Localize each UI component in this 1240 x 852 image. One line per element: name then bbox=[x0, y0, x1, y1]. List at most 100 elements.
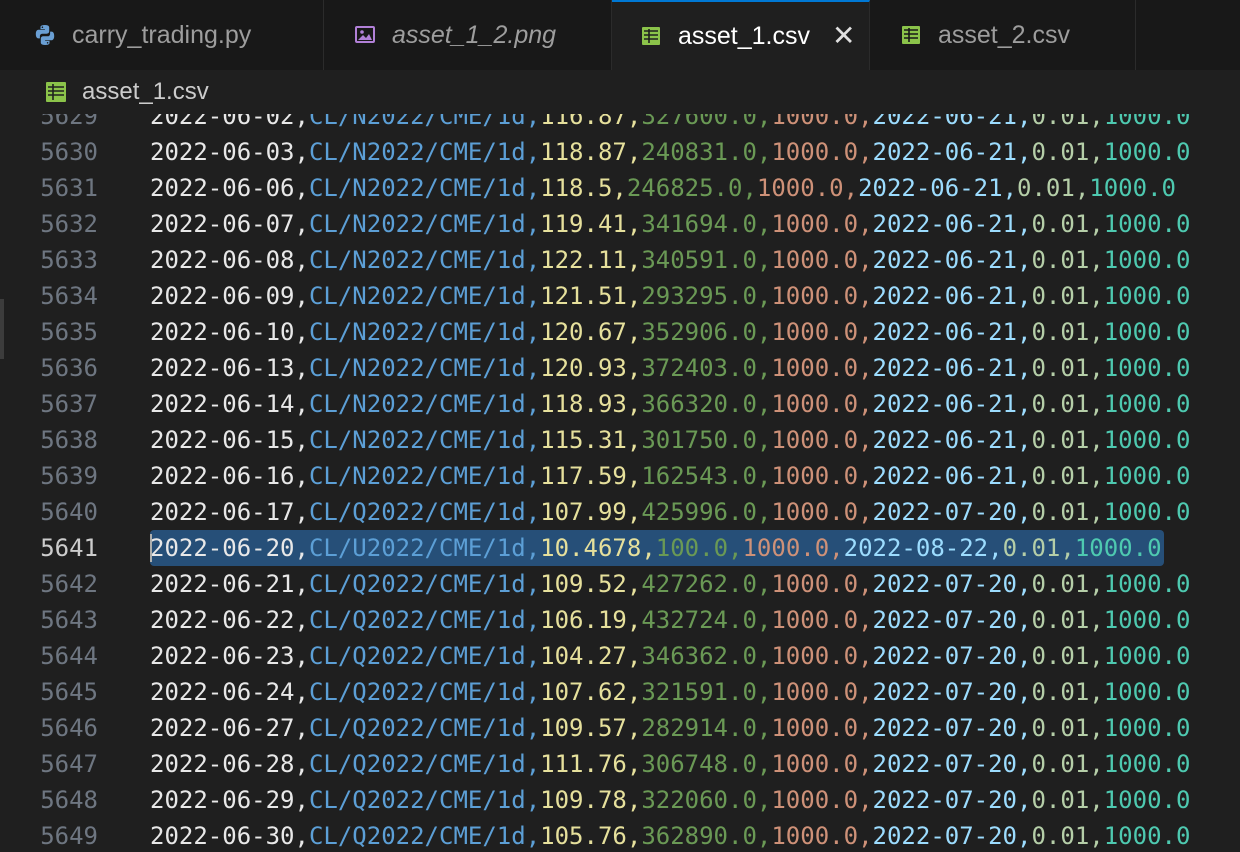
comma-separator: , bbox=[1017, 750, 1032, 778]
code-line[interactable]: 5633 2022-06-08,CL/N2022/CME/1d,122.11,34… bbox=[0, 242, 1240, 278]
tab-asset-1-2-png[interactable]: asset_1_2.png bbox=[324, 0, 612, 70]
tick-field: 0.01 bbox=[1031, 114, 1090, 130]
expiry-field: 2022-06-21 bbox=[872, 246, 1018, 274]
multiplier-field: 1000.0 bbox=[1103, 282, 1191, 310]
expiry-field: 2022-08-22 bbox=[843, 534, 989, 562]
comma-separator: , bbox=[294, 534, 309, 562]
editor-tab-bar: carry_trading.py asset_1_2.png asset_1.c… bbox=[0, 0, 1240, 71]
comma-separator: , bbox=[1089, 390, 1104, 418]
line-text: 2022-06-15,CL/N2022/CME/1d,115.31,301750… bbox=[150, 422, 1190, 458]
code-line[interactable]: 5629 2022-06-02,CL/N2022/CME/1d,116.87,32… bbox=[0, 114, 1240, 134]
code-line[interactable]: 5638 2022-06-15,CL/N2022/CME/1d,115.31,30… bbox=[0, 422, 1240, 458]
size-field: 1000.0 bbox=[771, 786, 859, 814]
line-text: 2022-06-07,CL/N2022/CME/1d,119.41,341694… bbox=[150, 206, 1190, 242]
code-editor[interactable]: 5629 2022-06-02,CL/N2022/CME/1d,116.87,32… bbox=[0, 114, 1240, 852]
expiry-field: 2022-06-21 bbox=[872, 282, 1018, 310]
code-line[interactable]: 5646 2022-06-27,CL/Q2022/CME/1d,109.57,28… bbox=[0, 710, 1240, 746]
comma-separator: , bbox=[626, 426, 642, 454]
tick-field: 0.01 bbox=[1031, 714, 1090, 742]
comma-separator: , bbox=[1089, 210, 1104, 238]
symbol-field: CL/N2022/CME/1d bbox=[308, 426, 526, 454]
code-line[interactable]: 5631 2022-06-06,CL/N2022/CME/1d,118.5,246… bbox=[0, 170, 1240, 206]
symbol-field: CL/N2022/CME/1d bbox=[308, 354, 526, 382]
multiplier-field: 1000.0 bbox=[1103, 426, 1191, 454]
code-line[interactable]: 5635 2022-06-10,CL/N2022/CME/1d,120.67,35… bbox=[0, 314, 1240, 350]
tick-field: 0.01 bbox=[1031, 210, 1090, 238]
expiry-field: 2022-07-20 bbox=[872, 498, 1018, 526]
code-line[interactable]: 5643 2022-06-22,CL/Q2022/CME/1d,106.19,43… bbox=[0, 602, 1240, 638]
code-line[interactable]: 5640 2022-06-17,CL/Q2022/CME/1d,107.99,42… bbox=[0, 494, 1240, 530]
symbol-field: CL/Q2022/CME/1d bbox=[308, 714, 526, 742]
date-field: 2022-06-06 bbox=[150, 174, 295, 202]
size-field: 1000.0 bbox=[771, 678, 859, 706]
code-line[interactable]: 5644 2022-06-23,CL/Q2022/CME/1d,104.27,34… bbox=[0, 638, 1240, 674]
comma-separator: , bbox=[525, 678, 541, 706]
volume-field: 306748.0 bbox=[641, 750, 757, 778]
code-line[interactable]: 5642 2022-06-21,CL/Q2022/CME/1d,109.52,42… bbox=[0, 566, 1240, 602]
comma-separator: , bbox=[1089, 318, 1104, 346]
code-line[interactable]: 5641 2022-06-20,CL/U2022/CME/1d,10.4678,1… bbox=[0, 530, 1240, 566]
multiplier-field: 1000.0 bbox=[1103, 246, 1191, 274]
tick-field: 0.01 bbox=[1031, 318, 1090, 346]
code-line[interactable]: 5645 2022-06-24,CL/Q2022/CME/1d,107.62,32… bbox=[0, 674, 1240, 710]
expiry-field: 2022-07-20 bbox=[872, 750, 1018, 778]
symbol-field: CL/Q2022/CME/1d bbox=[308, 786, 526, 814]
tick-field: 0.01 bbox=[1031, 570, 1090, 598]
line-text: 2022-06-03,CL/N2022/CME/1d,118.87,240831… bbox=[150, 134, 1190, 170]
tick-field: 0.01 bbox=[1031, 642, 1090, 670]
line-text: 2022-06-29,CL/Q2022/CME/1d,109.78,322060… bbox=[150, 782, 1190, 818]
comma-separator: , bbox=[1017, 570, 1032, 598]
tab-carry-trading-py[interactable]: carry_trading.py bbox=[0, 0, 324, 70]
code-line[interactable]: 5632 2022-06-07,CL/N2022/CME/1d,119.41,34… bbox=[0, 206, 1240, 242]
comma-separator: , bbox=[1017, 786, 1032, 814]
line-number: 5637 bbox=[40, 390, 98, 418]
multiplier-field: 1000.0 bbox=[1103, 318, 1191, 346]
tick-field: 0.01 bbox=[1031, 390, 1090, 418]
comma-separator: , bbox=[756, 390, 772, 418]
code-line[interactable]: 5630 2022-06-03,CL/N2022/CME/1d,118.87,24… bbox=[0, 134, 1240, 170]
line-text: 2022-06-28,CL/Q2022/CME/1d,111.76,306748… bbox=[150, 746, 1190, 782]
breadcrumb[interactable]: asset_1.csv bbox=[0, 70, 1240, 114]
line-number: 5635 bbox=[40, 318, 98, 346]
comma-separator: , bbox=[728, 534, 743, 562]
expiry-field: 2022-06-21 bbox=[872, 390, 1018, 418]
tick-field: 0.01 bbox=[1031, 354, 1090, 382]
tab-asset-1-csv[interactable]: asset_1.csv ✕ bbox=[612, 0, 870, 70]
date-field: 2022-06-02 bbox=[150, 114, 295, 130]
date-field: 2022-06-28 bbox=[150, 750, 295, 778]
line-text: 2022-06-14,CL/N2022/CME/1d,118.93,366320… bbox=[150, 386, 1190, 422]
comma-separator: , bbox=[294, 246, 309, 274]
price-field: 106.19 bbox=[540, 606, 627, 634]
comma-separator: , bbox=[294, 282, 309, 310]
date-field: 2022-06-08 bbox=[150, 246, 295, 274]
comma-separator: , bbox=[843, 174, 859, 202]
price-field: 117.59 bbox=[540, 462, 627, 490]
line-text: 2022-06-20,CL/U2022/CME/1d,10.4678,100.0… bbox=[150, 530, 1164, 566]
size-field: 1000.0 bbox=[771, 462, 859, 490]
code-line[interactable]: 5648 2022-06-29,CL/Q2022/CME/1d,109.78,32… bbox=[0, 782, 1240, 818]
expiry-field: 2022-07-20 bbox=[872, 606, 1018, 634]
comma-separator: , bbox=[525, 390, 541, 418]
volume-field: 341694.0 bbox=[641, 210, 757, 238]
symbol-field: CL/Q2022/CME/1d bbox=[308, 606, 526, 634]
code-line[interactable]: 5647 2022-06-28,CL/Q2022/CME/1d,111.76,30… bbox=[0, 746, 1240, 782]
multiplier-field: 1000.0 bbox=[1103, 714, 1191, 742]
comma-separator: , bbox=[626, 210, 642, 238]
comma-separator: , bbox=[525, 462, 541, 490]
close-icon[interactable]: ✕ bbox=[832, 22, 855, 50]
line-number: 5631 bbox=[40, 174, 98, 202]
code-line[interactable]: 5634 2022-06-09,CL/N2022/CME/1d,121.51,29… bbox=[0, 278, 1240, 314]
comma-separator: , bbox=[1089, 714, 1104, 742]
size-field: 1000.0 bbox=[771, 282, 859, 310]
code-line[interactable]: 5649 2022-06-30,CL/Q2022/CME/1d,105.76,36… bbox=[0, 818, 1240, 852]
symbol-field: CL/N2022/CME/1d bbox=[308, 282, 526, 310]
size-field: 1000.0 bbox=[756, 174, 844, 202]
date-field: 2022-06-27 bbox=[150, 714, 295, 742]
tab-label: asset_1_2.png bbox=[392, 20, 557, 49]
code-line[interactable]: 5636 2022-06-13,CL/N2022/CME/1d,120.93,37… bbox=[0, 350, 1240, 386]
code-line[interactable]: 5637 2022-06-14,CL/N2022/CME/1d,118.93,36… bbox=[0, 386, 1240, 422]
code-line[interactable]: 5639 2022-06-16,CL/N2022/CME/1d,117.59,16… bbox=[0, 458, 1240, 494]
price-field: 119.41 bbox=[540, 210, 627, 238]
tab-asset-2-csv[interactable]: asset_2.csv bbox=[870, 0, 1136, 70]
comma-separator: , bbox=[1089, 426, 1104, 454]
